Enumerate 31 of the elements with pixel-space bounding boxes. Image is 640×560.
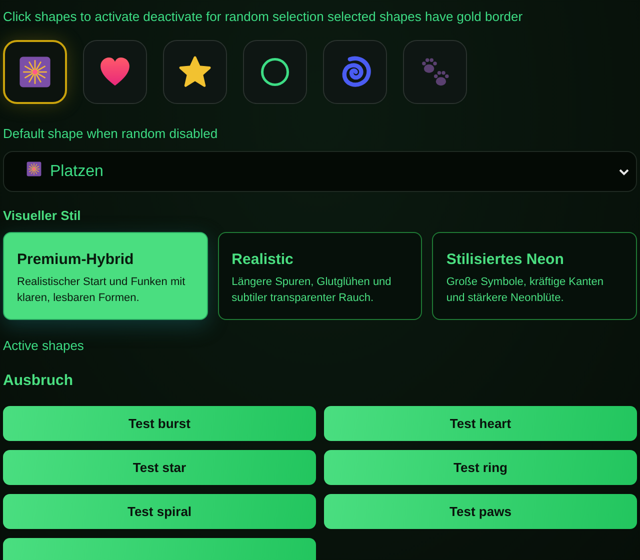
test-button[interactable]: Test spiral (3, 494, 316, 529)
firework-icon (26, 161, 42, 177)
style-card[interactable]: Realistic Längere Spuren, Glutglühen und subtiler transparenter Rauch. (218, 232, 422, 320)
shape-toggle[interactable] (243, 40, 307, 104)
card-description: Realistischer Start und Funken mit klaren, lesbaren Formen. (17, 274, 186, 306)
test-button[interactable]: Test star (3, 450, 316, 485)
section-label: Active shapes (3, 338, 85, 353)
test-button[interactable]: Test heart (324, 406, 637, 441)
card-title: Realistic (232, 250, 294, 268)
test-button[interactable]: Test paws (324, 494, 637, 529)
style-card[interactable]: Premium-Hybrid Realistischer Start und Funken mit klaren, lesbaren Formen. (3, 232, 208, 320)
shape-toggle[interactable] (3, 40, 67, 104)
shape-toggle[interactable] (163, 40, 227, 104)
default-shape-select[interactable]: Platzen (3, 151, 637, 192)
test-button[interactable]: Test ring (324, 450, 637, 485)
card-title: Stilisiertes Neon (446, 250, 565, 268)
card-title: Premium-Hybrid (17, 250, 135, 268)
card-description: Große Symbole, kräftige Kanten und stärkere Neonblüte. (446, 274, 604, 306)
test-button[interactable]: Test burst (3, 406, 316, 441)
star-icon (178, 55, 212, 89)
style-card[interactable]: Stilisiertes Neon Große Symbole, kräftige Kanten und stärkere Neonblüte. (432, 232, 638, 320)
ring-icon (258, 55, 292, 89)
section-heading: Visueller Stil (3, 208, 82, 223)
card-description: Längere Spuren, Glutglühen und subtiler transparenter Rauch. (232, 274, 392, 306)
shape-toggle[interactable] (83, 40, 147, 104)
group-heading: Ausbruch (3, 372, 74, 389)
firework-icon (18, 55, 52, 89)
shape-toggle[interactable] (403, 40, 467, 104)
field-label: Default shape when random disabled (3, 126, 219, 141)
instruction-text: Click shapes to activate deactivate for random selection selected shapes have gold border (3, 8, 524, 24)
shape-toggle[interactable] (323, 40, 387, 104)
